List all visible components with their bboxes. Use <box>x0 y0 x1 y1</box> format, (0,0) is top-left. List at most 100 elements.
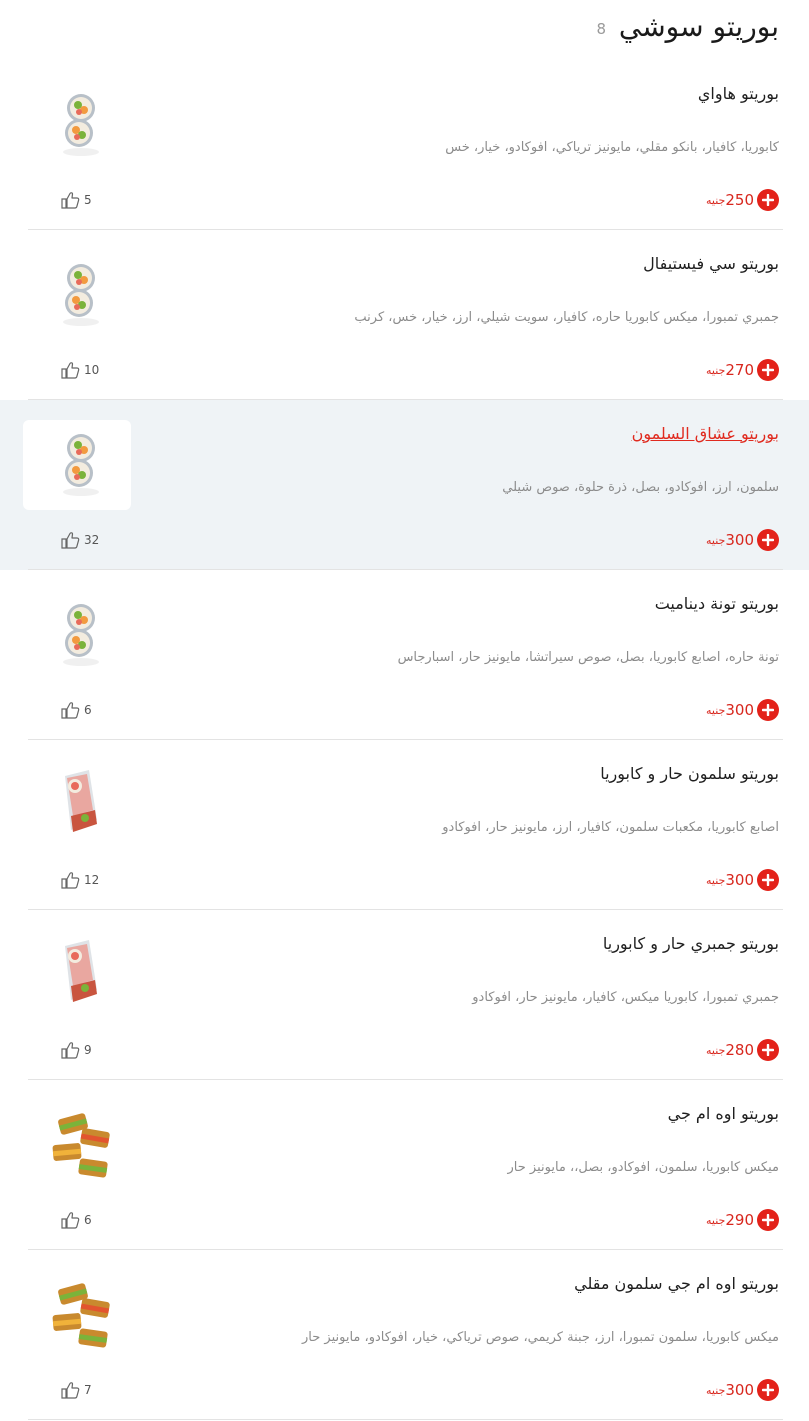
item-price-row: 250 جنيه <box>705 188 779 212</box>
item-description: كابوريا، كافيار، بانكو مقلي، مايونيز تري… <box>445 140 779 155</box>
plus-icon <box>762 534 774 546</box>
sushi-roll-image[interactable] <box>23 590 131 680</box>
plus-icon <box>762 1384 774 1396</box>
item-name[interactable]: بوريتو هاواي <box>698 84 779 103</box>
item-price: 290 <box>725 1211 754 1229</box>
thumbs-up-icon <box>61 1212 80 1229</box>
item-currency: جنيه <box>706 193 726 207</box>
item-currency: جنيه <box>706 1383 726 1397</box>
plus-icon <box>762 364 774 376</box>
like-control[interactable]: 12 <box>60 870 99 890</box>
add-to-cart-button[interactable] <box>757 189 779 211</box>
item-divider <box>28 1419 783 1420</box>
item-name[interactable]: بوريتو تونة ديناميت <box>655 594 779 613</box>
sushi-roll-image[interactable] <box>23 80 131 170</box>
item-description: اصابع كابوريا، مكعبات سلمون، كافيار، ارز… <box>442 820 779 835</box>
menu-item[interactable]: بوريتو سلمون حار و كابوريا اصابع كابوريا… <box>0 740 809 910</box>
fried-burrito-image[interactable] <box>23 1100 131 1190</box>
menu-item[interactable]: بوريتو سي فيستيفال جمبري تمبورا، ميكس كا… <box>0 230 809 400</box>
plus-icon <box>762 1214 774 1226</box>
add-to-cart-button[interactable] <box>757 699 779 721</box>
thumbs-up-icon <box>61 532 80 549</box>
item-description: سلمون، ارز، افوكادو، بصل، ذرة حلوة، صوص … <box>502 480 779 495</box>
item-price: 300 <box>725 701 754 719</box>
item-price: 250 <box>725 191 754 209</box>
like-count: 9 <box>84 1043 92 1057</box>
item-price-row: 270 جنيه <box>705 358 779 382</box>
plus-icon <box>762 194 774 206</box>
item-description: جمبري تمبورا، كابوريا ميكس، كافيار، مايو… <box>472 990 779 1005</box>
thumbs-up-icon <box>61 1382 80 1399</box>
add-to-cart-button[interactable] <box>757 1379 779 1401</box>
category-count: 8 <box>596 20 606 38</box>
menu-item[interactable]: بوريتو اوه ام جي ميكس كابوريا، سلمون، اف… <box>0 1080 809 1250</box>
item-currency: جنيه <box>706 1213 726 1227</box>
item-name[interactable]: بوريتو عشاق السلمون <box>632 424 779 443</box>
item-currency: جنيه <box>706 873 726 887</box>
like-count: 32 <box>84 533 100 547</box>
add-to-cart-button[interactable] <box>757 869 779 891</box>
thumbs-up-icon <box>61 702 80 719</box>
like-control[interactable]: 32 <box>60 530 99 550</box>
like-count: 10 <box>84 363 100 377</box>
like-count: 5 <box>84 193 92 207</box>
menu-item-list: بوريتو هاواي كابوريا، كافيار، بانكو مقلي… <box>0 60 809 1420</box>
add-to-cart-button[interactable] <box>757 1039 779 1061</box>
item-name[interactable]: بوريتو جمبري حار و كابوريا <box>603 934 779 953</box>
item-name[interactable]: بوريتو اوه ام جي <box>668 1104 779 1123</box>
item-price: 300 <box>725 1381 754 1399</box>
item-price-row: 300 جنيه <box>705 698 779 722</box>
menu-item[interactable]: بوريتو تونة ديناميت تونة حاره، اصابع كاب… <box>0 570 809 740</box>
add-to-cart-button[interactable] <box>757 359 779 381</box>
item-currency: جنيه <box>706 533 726 547</box>
thumbs-up-icon <box>61 192 80 209</box>
item-price-row: 300 جنيه <box>705 868 779 892</box>
menu-item[interactable]: بوريتو عشاق السلمون سلمون، ارز، افوكادو،… <box>0 400 809 570</box>
sushi-roll-image[interactable] <box>23 420 131 510</box>
add-to-cart-button[interactable] <box>757 1209 779 1231</box>
menu-item[interactable]: بوريتو هاواي كابوريا، كافيار، بانكو مقلي… <box>0 60 809 230</box>
category-title: بوريتو سوشي <box>618 10 779 43</box>
category-header: بوريتو سوشي 8 <box>0 0 809 60</box>
like-count: 12 <box>84 873 100 887</box>
plus-icon <box>762 874 774 886</box>
item-description: ميكس كابوريا، سلمون، افوكادو، بصل،، مايو… <box>507 1160 779 1175</box>
item-price: 270 <box>725 361 754 379</box>
sushi-roll-image[interactable] <box>23 250 131 340</box>
thumbs-up-icon <box>61 872 80 889</box>
like-control[interactable]: 10 <box>60 360 99 380</box>
menu-item[interactable]: بوريتو اوه ام جي سلمون مقلي ميكس كابوريا… <box>0 1250 809 1420</box>
item-description: جمبري تمبورا، ميكس كابوريا حاره، كافيار،… <box>354 310 779 325</box>
like-count: 6 <box>84 1213 92 1227</box>
plus-icon <box>762 704 774 716</box>
add-to-cart-button[interactable] <box>757 529 779 551</box>
item-name[interactable]: بوريتو سي فيستيفال <box>643 254 779 273</box>
thumbs-up-icon <box>61 362 80 379</box>
like-control[interactable]: 7 <box>60 1380 92 1400</box>
fried-burrito-image[interactable] <box>23 1270 131 1360</box>
item-price: 300 <box>725 871 754 889</box>
item-name[interactable]: بوريتو سلمون حار و كابوريا <box>600 764 779 783</box>
item-name[interactable]: بوريتو اوه ام جي سلمون مقلي <box>574 1274 779 1293</box>
like-control[interactable]: 5 <box>60 190 92 210</box>
sushi-wrap-image[interactable] <box>23 760 131 850</box>
item-price-row: 300 جنيه <box>705 528 779 552</box>
like-count: 6 <box>84 703 92 717</box>
plus-icon <box>762 1044 774 1056</box>
like-count: 7 <box>84 1383 92 1397</box>
item-price: 280 <box>725 1041 754 1059</box>
item-description: ميكس كابوريا، سلمون تمبورا، ارز، جبنة كر… <box>302 1330 779 1345</box>
like-control[interactable]: 9 <box>60 1040 92 1060</box>
item-price-row: 280 جنيه <box>705 1038 779 1062</box>
like-control[interactable]: 6 <box>60 700 92 720</box>
item-currency: جنيه <box>706 363 726 377</box>
item-price-row: 300 جنيه <box>705 1378 779 1402</box>
item-price: 300 <box>725 531 754 549</box>
item-description: تونة حاره، اصابع كابوريا، بصل، صوص سيرات… <box>397 650 779 665</box>
like-control[interactable]: 6 <box>60 1210 92 1230</box>
menu-item[interactable]: بوريتو جمبري حار و كابوريا جمبري تمبورا،… <box>0 910 809 1080</box>
item-price-row: 290 جنيه <box>705 1208 779 1232</box>
item-currency: جنيه <box>706 1043 726 1057</box>
sushi-wrap-image[interactable] <box>23 930 131 1020</box>
item-currency: جنيه <box>706 703 726 717</box>
